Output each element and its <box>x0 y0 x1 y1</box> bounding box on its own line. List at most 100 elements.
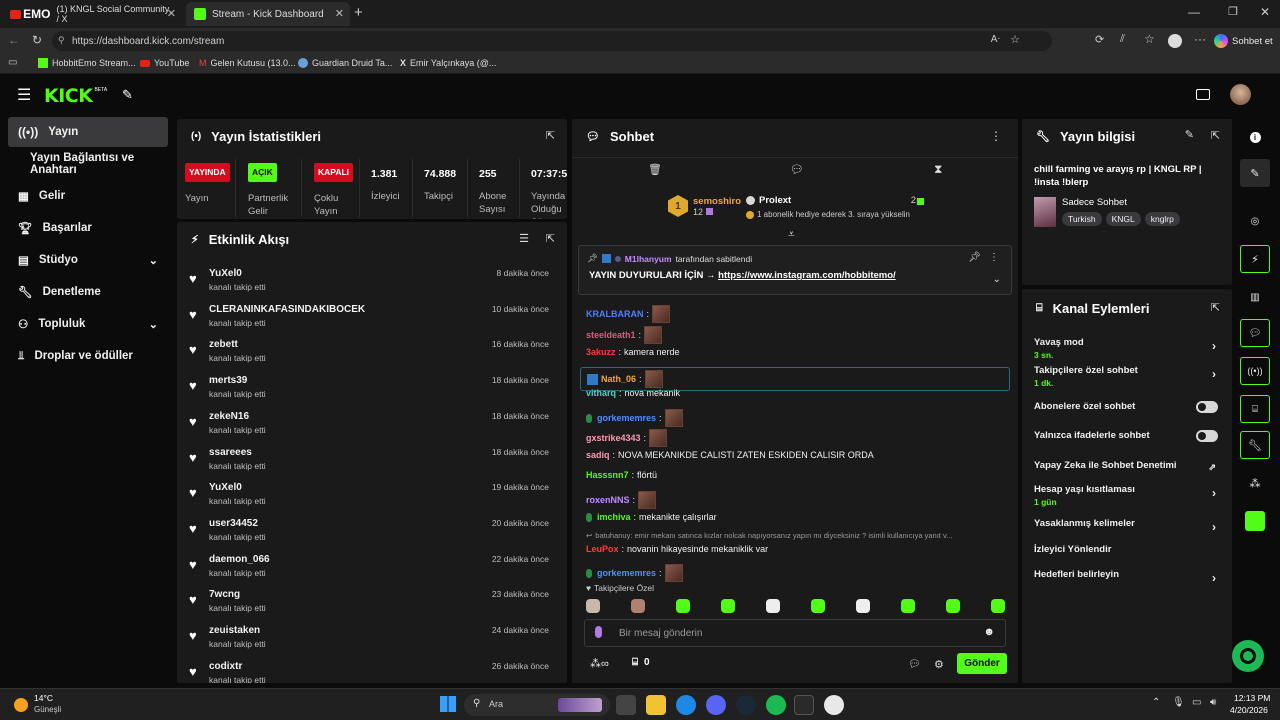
collapse-arrow-icon[interactable]: ⩡ <box>788 227 795 242</box>
close-icon[interactable]: ✕ <box>335 7 344 20</box>
event-user[interactable]: daemon_066 <box>209 554 270 565</box>
emote-picker-item[interactable] <box>991 599 1005 613</box>
chat-username[interactable]: roxenNNS <box>586 495 630 505</box>
chat-username[interactable]: Hasssnn7 <box>586 470 629 480</box>
channel-action-row[interactable]: Yavaş mod 3 sn. › <box>1034 337 1220 360</box>
channel-points[interactable]: ⁂∞ <box>590 657 609 670</box>
gift-counter[interactable]: ⌸ 0 <box>632 657 650 668</box>
chat-username[interactable]: gorkememres <box>597 413 656 423</box>
channel-action-row[interactable]: Takipçilere özel sohbet 1 dk. › <box>1034 365 1220 388</box>
chat-settings-bubble-icon[interactable]: 💬︎ <box>908 659 921 670</box>
trash-icon[interactable]: 🗑︎ <box>648 163 662 176</box>
emote-picker-item[interactable] <box>721 599 735 613</box>
chat-username[interactable]: imchiva <box>597 512 631 522</box>
sidebar-item-gelir[interactable]: ▦ Gelir <box>8 181 168 211</box>
chevron-down-icon[interactable]: ⌄ <box>993 274 1001 285</box>
favorites-icon[interactable]: ☆ <box>1144 32 1155 46</box>
sidebar-item-topluluk[interactable]: ⚇ Topluluk ⌄ <box>8 309 168 339</box>
chat-icon[interactable]: 💬︎ <box>1240 319 1270 347</box>
user-avatar[interactable] <box>1230 84 1251 105</box>
chevron-right-icon[interactable]: › <box>1212 486 1216 500</box>
pinned-link[interactable]: https://www.instagram.com/hobbitemo/ <box>718 270 896 281</box>
channel-action-row[interactable]: Hedefleri belirleyin › <box>1034 569 1220 585</box>
bookmark-gmail[interactable]: M Gelen Kutusu (13.0... <box>199 58 296 68</box>
bookmark-x[interactable]: X Emir Yalçınkaya (@... <box>400 58 496 68</box>
tag[interactable]: Turkish <box>1062 212 1102 226</box>
refresh-icon[interactable]: ↻ <box>32 33 42 47</box>
obs-icon[interactable] <box>824 695 844 715</box>
hourglass-icon[interactable]: ⧗ <box>934 162 942 177</box>
clock-time[interactable]: 12:13 PM <box>1234 693 1270 703</box>
creator-studio-icon[interactable] <box>1196 89 1210 100</box>
chat-username[interactable]: 3akuzz <box>586 347 616 357</box>
microphone-icon[interactable]: 🎙︎ <box>1172 697 1185 708</box>
weather-desc[interactable]: Güneşli <box>34 705 61 714</box>
popout-icon[interactable]: ⇱ <box>1211 301 1220 314</box>
close-icon[interactable]: ✕ <box>167 7 176 20</box>
sidebar-item-droplar[interactable]: ⫫ Droplar ve ödüller <box>8 341 168 371</box>
sidebar-item-stream-key[interactable]: Yayın Bağlantısı ve Anahtarı <box>20 149 180 179</box>
event-user[interactable]: zeuistaken <box>209 625 260 636</box>
chat-username[interactable]: vitharq <box>586 388 616 398</box>
chevron-right-icon[interactable]: › <box>1212 571 1216 585</box>
site-info-icon[interactable]: ⚲ <box>58 35 65 46</box>
chat-input[interactable]: Bir mesaj gönderin ☻ <box>584 619 1006 647</box>
chevron-right-icon[interactable]: › <box>1212 339 1216 353</box>
emote-picker-item[interactable] <box>631 599 645 613</box>
channel-action-row[interactable]: Yalnızca ifadelerle sohbet <box>1034 430 1220 442</box>
toggle-switch[interactable] <box>1196 430 1218 442</box>
sidebar-item-yayin[interactable]: ((•)) Yayın <box>8 117 168 147</box>
file-explorer-icon[interactable] <box>646 695 666 715</box>
terminal-icon[interactable] <box>794 695 814 715</box>
emote-picker-item[interactable] <box>676 599 690 613</box>
pin-icon[interactable]: ✎ <box>122 87 133 103</box>
gear-icon[interactable]: ⚙︎ <box>934 658 944 671</box>
event-user[interactable]: zebett <box>209 339 238 350</box>
more-vertical-icon[interactable]: ⋮ <box>990 129 1002 143</box>
browser-tab-x[interactable]: EMO (1) KNGL Social Community / X ✕ <box>2 2 182 26</box>
channel-action-row[interactable]: Hesap yaşı kısıtlaması 1 gün › <box>1034 484 1220 507</box>
favorite-star-icon[interactable]: ☆ <box>1010 33 1020 46</box>
chat-username[interactable]: LeuPox <box>586 544 619 554</box>
filter-icon[interactable]: ☰ <box>519 232 529 245</box>
broadcast-icon[interactable]: ((•)) <box>1240 357 1270 385</box>
info-icon[interactable]: i <box>1240 123 1270 151</box>
event-user[interactable]: codixtr <box>209 661 242 672</box>
popout-icon[interactable]: ⇱ <box>546 232 555 245</box>
reading-list-icon[interactable]: ▭ <box>8 57 17 68</box>
emote-picker-item[interactable] <box>766 599 780 613</box>
event-user[interactable]: merts39 <box>209 375 247 386</box>
sidebar-item-studyo[interactable]: ▤ Stüdyo ⌄ <box>8 245 168 275</box>
new-tab-button[interactable]: + <box>354 4 363 21</box>
emote-picker-item[interactable] <box>901 599 915 613</box>
more-vertical-icon[interactable]: ⋮ <box>989 252 999 263</box>
url-field[interactable]: ⚲ https://dashboard.kick.com/stream Aᐧ ☆ <box>52 31 1052 51</box>
clock-date[interactable]: 4/20/2026 <box>1230 705 1268 715</box>
channel-action-row[interactable]: Yasaklanmış kelimeler › <box>1034 518 1220 534</box>
event-user[interactable]: CLERANINKAFASINDAKIBOCEK <box>209 304 365 315</box>
more-menu-icon[interactable]: ··· <box>1194 32 1206 46</box>
leaderboard-first[interactable]: 1 semoshiro 12 <box>668 195 741 217</box>
chat-username[interactable]: KRALBARAN <box>586 309 644 319</box>
notes-icon[interactable]: ▥ <box>1240 283 1270 311</box>
extension-icon[interactable]: ⟳ <box>1095 33 1104 46</box>
chat-icon[interactable]: 💬︎ <box>790 163 804 176</box>
tag[interactable]: knglrp <box>1144 212 1180 226</box>
profile-avatar[interactable] <box>1168 34 1182 48</box>
spotify-icon[interactable] <box>766 695 786 715</box>
steam-icon[interactable] <box>736 695 756 715</box>
toggle-switch[interactable] <box>1196 401 1218 413</box>
read-aloud-icon[interactable]: Aᐧ <box>991 34 1000 45</box>
emoji-icon[interactable]: ☻ <box>983 626 995 638</box>
emote-picker-item[interactable] <box>586 599 600 613</box>
volume-icon[interactable]: 🔊︎ <box>1210 697 1216 708</box>
chevron-right-icon[interactable]: › <box>1212 520 1216 534</box>
support-chat-button[interactable] <box>1232 640 1264 672</box>
leaderboard-second[interactable]: Prolext 2 1 abonelik hediye ederek 3. sı… <box>746 195 926 219</box>
channel-action-row[interactable]: Abonelere özel sohbet <box>1034 401 1220 413</box>
discord-icon[interactable] <box>706 695 726 715</box>
emote-picker-item[interactable] <box>811 599 825 613</box>
event-user[interactable]: zekeN16 <box>209 411 249 422</box>
popout-icon[interactable]: ⇱ <box>546 129 555 142</box>
event-user[interactable]: ssareees <box>209 447 252 458</box>
